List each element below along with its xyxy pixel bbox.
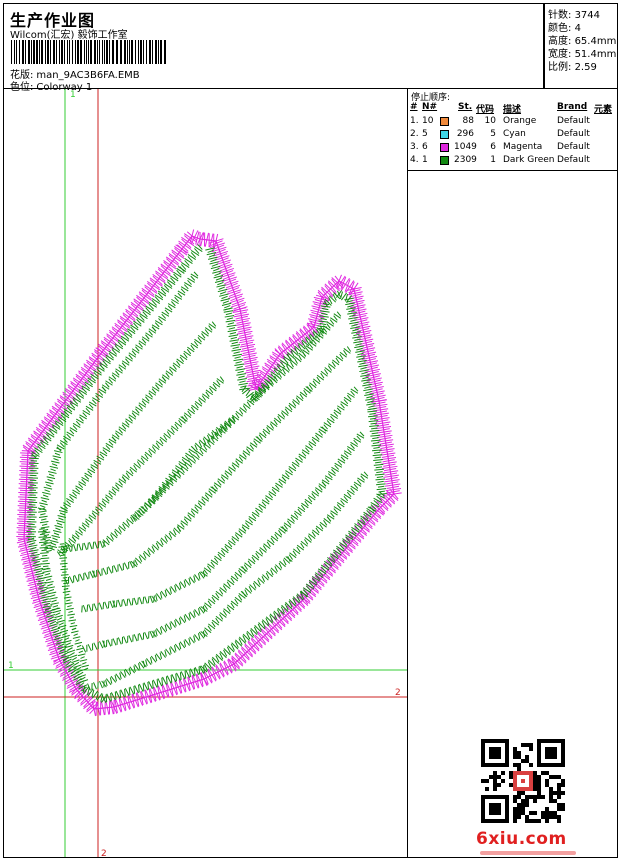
header-panel: 生产作业图 Wilcom(汇宏) 毅饰工作室 花版: man_9AC3B6FA.E…: [3, 3, 544, 93]
row-brand: Default: [557, 116, 590, 126]
color-swatch: [440, 130, 449, 139]
col-header-desc: 描述: [503, 105, 522, 115]
row-n: 1: [422, 155, 428, 165]
row-desc: Magenta: [503, 142, 543, 152]
color-swatch: [440, 117, 449, 126]
row-stitches: 2309: [454, 155, 477, 165]
stats-panel: 针数: 3744 颜色: 4 高度: 65.4mm 宽度: 51.4mm 比例:…: [544, 3, 618, 89]
col-header-code: 代码: [476, 105, 495, 115]
col-header-hash: #: [410, 102, 418, 112]
row-code: 1: [490, 155, 496, 165]
row-desc: Dark Green: [503, 155, 555, 165]
color-swatch: [440, 156, 449, 165]
row-stitches: 296: [456, 129, 474, 139]
stat-label: 比例:: [548, 62, 572, 73]
row-code: 10: [484, 116, 496, 126]
stat-scale: 比例: 2.59: [548, 58, 597, 73]
guide-label-v2: 2: [101, 849, 107, 857]
table-row: 2. 5 296 5 Cyan Default: [408, 129, 617, 141]
watermark-text: 6xiu.com: [476, 829, 567, 849]
row-stitches: 88: [462, 116, 474, 126]
row-desc: Cyan: [503, 129, 526, 139]
row-code: 6: [490, 142, 496, 152]
qr-code: [481, 739, 565, 823]
row-brand: Default: [557, 129, 590, 139]
row-index: 3.: [410, 142, 419, 152]
stop-sequence-panel: 停止顺序: # N# St. 代码 描述 Brand 元素 1. 10 88 1…: [407, 88, 618, 171]
stitch-layer: [16, 229, 402, 717]
table-row: 3. 6 1049 6 Magenta Default: [408, 142, 617, 154]
color-swatch: [440, 143, 449, 152]
col-header-n: N#: [422, 102, 438, 112]
watermark-underline: [480, 851, 576, 855]
row-index: 2.: [410, 129, 419, 139]
row-index: 4.: [410, 155, 419, 165]
table-row: 4. 1 2309 1 Dark Green Default: [408, 155, 617, 167]
guide-label-h1: 1: [8, 661, 14, 671]
row-desc: Orange: [503, 116, 537, 126]
col-header-element: 元素: [594, 105, 613, 115]
row-index: 1.: [410, 116, 419, 126]
row-n: 6: [422, 142, 428, 152]
guide-label-v1: 1: [70, 90, 76, 100]
company-name: Wilcom(汇宏) 毅饰工作室: [10, 30, 128, 41]
embroidery-design: 1 2 1 2: [4, 89, 407, 857]
side-panel: 6xiu.com: [407, 170, 618, 858]
barcode: [11, 40, 166, 64]
row-stitches: 1049: [454, 142, 477, 152]
row-brand: Default: [557, 142, 590, 152]
row-brand: Default: [557, 155, 590, 165]
col-header-brand: Brand: [557, 102, 588, 112]
row-code: 5: [490, 129, 496, 139]
guide-label-h2: 2: [395, 688, 401, 698]
col-header-st: St.: [458, 102, 473, 112]
design-canvas: 1 2 1 2: [3, 88, 408, 858]
row-n: 10: [422, 116, 434, 126]
row-n: 5: [422, 129, 428, 139]
table-row: 1. 10 88 10 Orange Default: [408, 116, 617, 128]
stat-value: 2.59: [574, 62, 597, 73]
